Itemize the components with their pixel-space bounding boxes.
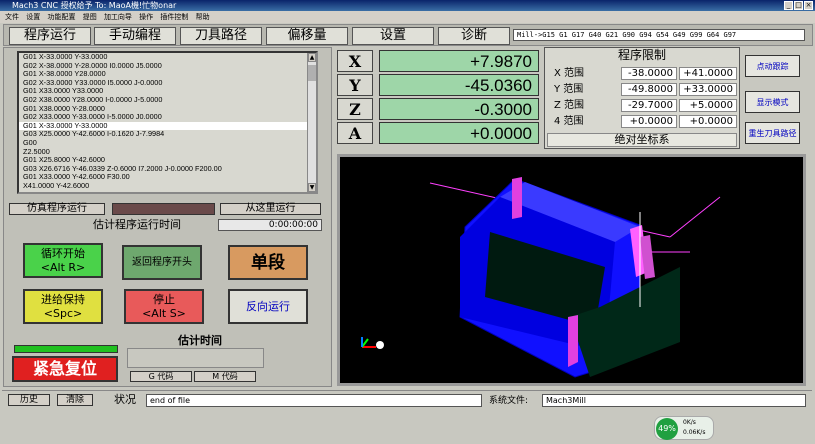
- progress-percent-badge: 49%: [656, 418, 678, 440]
- estimate-value: 0:00:00:00: [218, 219, 322, 231]
- limits-title: 程序限制: [617, 48, 666, 62]
- system-file-value: Mach3Mill: [542, 394, 806, 407]
- estimate-time-box: [127, 348, 264, 368]
- status-message: end of file: [146, 394, 482, 407]
- run-from-here-button[interactable]: 从这里运行: [220, 203, 321, 215]
- toolpath-3d-view: [361, 177, 721, 378]
- coord-mode-display: 绝对坐标系: [547, 133, 737, 147]
- limit-max-4: +0.0000: [679, 115, 737, 128]
- modal-codes-display: Mill->G15 G1 G17 G40 G21 G90 G94 G54 G49…: [513, 29, 805, 41]
- jog-follow-label: 点动跟踪: [756, 61, 789, 71]
- rewind-label: 返回程序开头: [132, 256, 192, 268]
- cycle-start-key: <Alt R>: [40, 260, 86, 274]
- menu-wizard[interactable]: 加工向导: [104, 13, 132, 21]
- window-titlebar: Mach3 CNC 授权给予 To: MaoA機!忙物onar _ □ ×: [0, 0, 815, 11]
- menu-file[interactable]: 文件: [5, 13, 19, 21]
- menu-config[interactable]: 设置: [26, 13, 40, 21]
- speed-down: 0.06K/s: [683, 429, 706, 436]
- rewind-button[interactable]: 返回程序开头: [122, 245, 202, 280]
- menu-function-config[interactable]: 功能配置: [47, 13, 75, 21]
- limit-min-z: -29.7000: [621, 99, 677, 112]
- limit-min-y: -49.8000: [621, 83, 677, 96]
- gcode-line[interactable]: X41.0000 Y-42.6000: [19, 181, 316, 191]
- jog-follow-button[interactable]: 点动跟踪: [745, 55, 800, 77]
- regen-toolpath-button[interactable]: 重生刀具路径: [745, 122, 800, 144]
- limit-min-4: +0.0000: [621, 115, 677, 128]
- axis-x-button[interactable]: X: [337, 50, 373, 72]
- progress-indicator: [112, 203, 215, 215]
- estop-reset-button[interactable]: 紧急复位: [12, 356, 118, 382]
- history-button[interactable]: 历史: [8, 394, 50, 406]
- minimize-button[interactable]: _: [784, 1, 793, 10]
- stop-label: 停止: [153, 292, 175, 306]
- dro-x[interactable]: +7.9870: [379, 50, 539, 72]
- limit-max-y: +33.0000: [679, 83, 737, 96]
- dro-y[interactable]: -45.0360: [379, 74, 539, 96]
- scroll-down-icon[interactable]: ▼: [308, 183, 316, 192]
- single-block-button[interactable]: 单段: [228, 245, 308, 280]
- scroll-up-icon[interactable]: ▲: [308, 53, 316, 62]
- gcode-lines: G01 X-33.0000 Y-33.0000 G02 X-38.0000 Y-2…: [19, 53, 316, 191]
- tab-settings[interactable]: 设置: [352, 27, 434, 45]
- gcode-listing[interactable]: G01 X-33.0000 Y-33.0000 G02 X-38.0000 Y-2…: [17, 51, 318, 194]
- display-mode-label: 显示模式: [756, 97, 789, 107]
- limit-max-z: +5.0000: [679, 99, 737, 112]
- estop-led: [14, 345, 118, 353]
- gcode-line[interactable]: G00: [19, 138, 316, 148]
- maximize-button[interactable]: □: [794, 1, 803, 10]
- clear-button[interactable]: 清除: [57, 394, 93, 406]
- limit-label-z: Z 范围: [554, 100, 585, 111]
- cycle-start-button[interactable]: 循环开始 <Alt R>: [23, 243, 103, 278]
- dro-a[interactable]: +0.0000: [379, 122, 539, 144]
- menu-plugins[interactable]: 插件控制: [160, 13, 188, 21]
- tab-offsets[interactable]: 偏移量: [266, 27, 348, 45]
- window-title: Mach3 CNC 授权给予 To: MaoA機!忙物onar: [12, 1, 177, 10]
- m-codes-button[interactable]: M 代码: [194, 371, 256, 382]
- limit-label-4: 4 范围: [554, 116, 584, 127]
- program-limits-panel: 程序限制 X 范围 -38.0000 +41.0000 Y 范围 -49.800…: [544, 47, 740, 149]
- limit-label-y: Y 范围: [554, 84, 584, 95]
- g-codes-button[interactable]: G 代码: [130, 371, 192, 382]
- gcode-scrollbar[interactable]: ▲ ▼: [307, 53, 316, 192]
- axis-y-button[interactable]: Y: [337, 74, 373, 96]
- gcode-line[interactable]: G03 X25.0000 Y-42.6000 I-0.1620 J-7.9984: [19, 130, 316, 139]
- status-label: 状况: [114, 393, 136, 406]
- stop-button[interactable]: 停止 <Alt S>: [124, 289, 204, 324]
- stop-key: <Alt S>: [142, 306, 186, 320]
- estimate-time-label: 估计时间: [178, 334, 222, 347]
- limit-label-x: X 范围: [554, 68, 585, 79]
- limit-max-x: +41.0000: [679, 67, 737, 80]
- menu-help[interactable]: 帮助: [196, 13, 210, 21]
- menu-view[interactable]: 提图: [83, 13, 97, 21]
- menu-operator[interactable]: 操作: [139, 13, 153, 21]
- axis-z-button[interactable]: Z: [337, 98, 373, 120]
- dro-z[interactable]: -0.3000: [379, 98, 539, 120]
- axis-triad-icon: [361, 337, 384, 349]
- single-block-label: 单段: [251, 252, 285, 273]
- simulate-button[interactable]: 仿真程序运行: [9, 203, 105, 215]
- tab-program-run[interactable]: 程序运行: [9, 27, 91, 45]
- toolpath-viewport[interactable]: [337, 154, 806, 386]
- close-button[interactable]: ×: [804, 1, 813, 10]
- menu-bar: 文件 设置 功能配置 提图 加工向导 操作 插件控制 帮助: [0, 11, 815, 23]
- reverse-run-label: 反向运行: [246, 299, 290, 313]
- estimate-label: 估计程序运行时间: [93, 218, 181, 231]
- feed-hold-key: <Spc>: [43, 306, 83, 320]
- feed-hold-button[interactable]: 进给保持 <Spc>: [23, 289, 103, 324]
- regen-toolpath-label: 重生刀具路径: [748, 128, 797, 138]
- cycle-start-label: 循环开始: [41, 246, 85, 260]
- system-file-label: 系统文件:: [489, 396, 529, 406]
- display-mode-button[interactable]: 显示模式: [745, 91, 800, 113]
- network-widget[interactable]: 49% 0K/s 0.06K/s: [654, 416, 714, 440]
- axis-a-button[interactable]: A: [337, 122, 373, 144]
- reverse-run-button[interactable]: 反向运行: [228, 289, 308, 324]
- tab-diagnostics[interactable]: 诊断: [438, 27, 510, 45]
- scroll-thumb[interactable]: [308, 65, 316, 81]
- feed-hold-label: 进给保持: [41, 292, 85, 306]
- speed-up: 0K/s: [683, 419, 696, 426]
- tab-mdi[interactable]: 手动编程: [94, 27, 176, 45]
- tab-toolpath[interactable]: 刀具路径: [180, 27, 262, 45]
- limit-min-x: -38.0000: [621, 67, 677, 80]
